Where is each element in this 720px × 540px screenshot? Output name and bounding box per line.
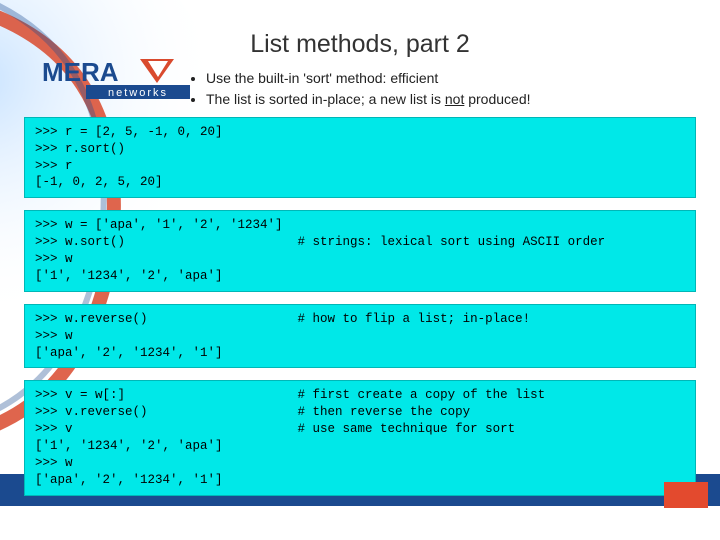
footer-white (0, 506, 720, 540)
code-block: >>> v = w[:] # first create a copy of th… (24, 380, 696, 495)
underlined-word: not (445, 91, 464, 107)
svg-text:networks: networks (108, 87, 168, 99)
code-area: >>> r = [2, 5, -1, 0, 20] >>> r.sort() >… (24, 117, 696, 496)
code-block: >>> r = [2, 5, -1, 0, 20] >>> r.sort() >… (24, 117, 696, 199)
code-block: >>> w.reverse() # how to flip a list; in… (24, 304, 696, 369)
mera-logo: MERA networks (42, 55, 192, 110)
bullet-text: The list is sorted in-place; a new list … (206, 91, 445, 107)
bullet-text: produced! (464, 91, 530, 107)
svg-text:MERA: MERA (42, 57, 119, 87)
bullet-item: The list is sorted in-place; a new list … (206, 90, 720, 109)
footer-accent (664, 482, 708, 508)
code-block: >>> w = ['apa', '1', '2', '1234'] >>> w.… (24, 210, 696, 292)
bullet-list: Use the built-in 'sort' method: efficien… (190, 69, 720, 109)
bullet-item: Use the built-in 'sort' method: efficien… (206, 69, 720, 88)
